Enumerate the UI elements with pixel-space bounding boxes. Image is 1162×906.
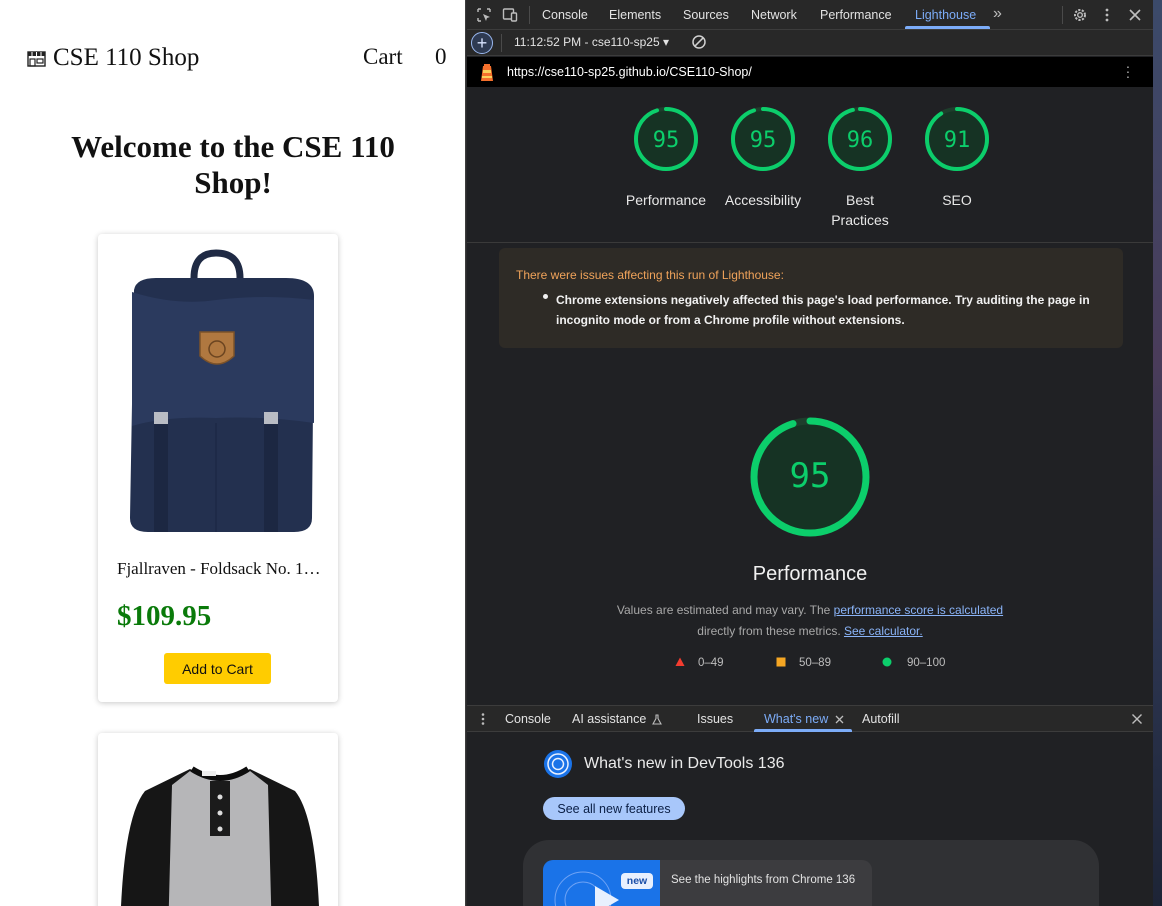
tab-network[interactable]: Network (751, 8, 797, 22)
settings-gear-icon[interactable] (1072, 7, 1088, 23)
legend-average: 50–89 (776, 657, 831, 669)
score-gauge-seo[interactable]: 91 SEO (922, 106, 992, 208)
report-url[interactable]: https://cse110-sp25.github.io/CSE110-Sho… (507, 65, 752, 79)
gauge-label: Performance (625, 192, 707, 208)
drawer-tab-autofill[interactable]: Autofill (862, 712, 900, 726)
more-tabs-button[interactable]: » (993, 5, 1002, 23)
new-report-button[interactable]: + (471, 32, 493, 54)
product-name: Fjallraven - Foldsack No. 1 Backpack, Fi… (117, 559, 321, 578)
see-calculator-link[interactable]: See calculator. (844, 624, 923, 638)
gauge-ring: 95 (634, 107, 698, 171)
chrome-devtools-logo-icon (544, 750, 572, 778)
tab-lighthouse[interactable]: Lighthouse (915, 8, 976, 22)
more-options-icon[interactable] (1099, 7, 1115, 23)
divider (467, 242, 1153, 243)
devtools-tabbar: Console Elements Sources Network Perform… (467, 0, 1153, 30)
product-card: Fjallraven - Foldsack No. 1 Backpack, Fi… (98, 234, 338, 702)
tab-elements[interactable]: Elements (609, 8, 661, 22)
performance-score-gauge: 95 (750, 417, 870, 537)
backpack-image (130, 249, 314, 532)
clear-reports-icon[interactable] (691, 34, 707, 50)
circle-icon (882, 657, 892, 667)
score-gauge-accessibility[interactable]: 95 Accessibility (725, 106, 801, 208)
device-toolbar-icon[interactable] (502, 7, 518, 23)
tab-console[interactable]: Console (542, 8, 588, 22)
warning-title: There were issues affecting this run of … (516, 268, 784, 282)
performance-heading: Performance (752, 563, 868, 585)
drawer-menu-icon[interactable] (477, 712, 489, 726)
score-gauge-performance[interactable]: 95 Performance (626, 106, 706, 208)
performance-score-value: 95 (790, 456, 831, 496)
devtools-panel: Console Elements Sources Network Perform… (467, 0, 1153, 906)
video-thumbnail: new (543, 860, 660, 906)
video-caption: See the highlights from Chrome 136 (671, 874, 856, 886)
report-url-bar: https://cse110-sp25.github.io/CSE110-Sho… (467, 57, 1153, 87)
close-tab-icon[interactable] (835, 715, 844, 724)
tab-sources[interactable]: Sources (683, 8, 729, 22)
product-card (98, 733, 338, 906)
drawer-tabbar: Console AI assistance Issues What's new … (467, 705, 1153, 732)
gauge-label: Accessibility (724, 192, 802, 208)
gauge-label: SEO (942, 192, 972, 208)
gauge-label: Best Practices (831, 192, 889, 228)
lighthouse-toolbar: + 11:12:52 PM - cse110-sp25 ▾ (467, 30, 1153, 56)
triangle-icon (675, 657, 685, 666)
divider (1062, 6, 1063, 24)
legend-pass: 90–100 (882, 657, 945, 669)
cart-count: 0 (435, 44, 447, 69)
performance-note: Values are estimated and may vary. The p… (579, 600, 1041, 642)
drawer-tab-ai-assistance[interactable]: AI assistance (572, 712, 646, 726)
square-icon (776, 657, 786, 667)
lighthouse-logo-icon (481, 64, 493, 81)
gauge-value: 95 (750, 128, 777, 153)
drawer-tab-whats-new[interactable]: What's new (764, 712, 828, 726)
henley-shirt-image (121, 766, 319, 906)
inspect-element-icon[interactable] (476, 7, 492, 23)
note-text: Values are estimated and may vary. The (616, 603, 834, 617)
drawer-tab-issues[interactable]: Issues (697, 712, 733, 726)
divider (501, 34, 502, 52)
shop-page: CSE 110 Shop Cart 0 Welcome to the CSE 1… (0, 0, 466, 906)
lighthouse-warning-box: There were issues affecting this run of … (499, 248, 1123, 348)
store-icon (27, 51, 46, 67)
video-panel: new See the highlights from Chrome 136 (523, 840, 1099, 906)
gauge-ring: 96 (828, 107, 892, 171)
note-text: directly from these metrics. (697, 624, 844, 638)
gauge-ring: 95 (731, 107, 795, 171)
report-select[interactable]: 11:12:52 PM - cse110-sp25 ▾ (514, 35, 669, 49)
see-all-features-button[interactable]: See all new features (543, 797, 685, 820)
desktop-background-edge (1153, 0, 1162, 906)
welcome-heading: Welcome to the CSE 110 Shop! (71, 129, 395, 200)
product-price: $109.95 (117, 600, 212, 632)
whats-new-title: What's new in DevTools 136 (584, 755, 785, 772)
legend-label: 0–49 (698, 657, 724, 669)
score-calculated-link[interactable]: performance score is calculated (834, 603, 1003, 617)
legend-label: 50–89 (799, 657, 831, 669)
flask-icon (652, 714, 662, 725)
report-menu-icon[interactable]: · · · (1122, 59, 1134, 83)
tab-performance[interactable]: Performance (820, 8, 892, 22)
warning-text: Chrome extensions negatively affected th… (556, 293, 1090, 327)
active-tab-indicator (905, 26, 990, 29)
legend-label: 90–100 (907, 657, 946, 669)
bullet-icon (543, 294, 548, 299)
legend-fail: 0–49 (675, 657, 724, 669)
gauge-value: 91 (944, 128, 971, 153)
cart-label[interactable]: Cart (363, 44, 403, 70)
drawer-tab-console[interactable]: Console (505, 712, 551, 726)
score-gauge-best-practices[interactable]: 96 Best Practices (825, 106, 895, 228)
gauge-value: 96 (847, 128, 874, 153)
close-devtools-icon[interactable] (1127, 7, 1143, 23)
new-badge: new (621, 873, 653, 889)
close-drawer-icon[interactable] (1131, 713, 1143, 725)
whats-new-panel: What's new in DevTools 136 See all new f… (467, 732, 1153, 906)
shop-header: CSE 110 Shop Cart 0 (27, 44, 452, 76)
gauge-ring: 91 (925, 107, 989, 171)
highlights-video-card[interactable]: new See the highlights from Chrome 136 (543, 860, 872, 906)
shop-title: CSE 110 Shop (53, 44, 200, 71)
divider (529, 6, 530, 24)
gauge-value: 95 (653, 128, 680, 153)
add-to-cart-button[interactable]: Add to Cart (164, 653, 271, 684)
